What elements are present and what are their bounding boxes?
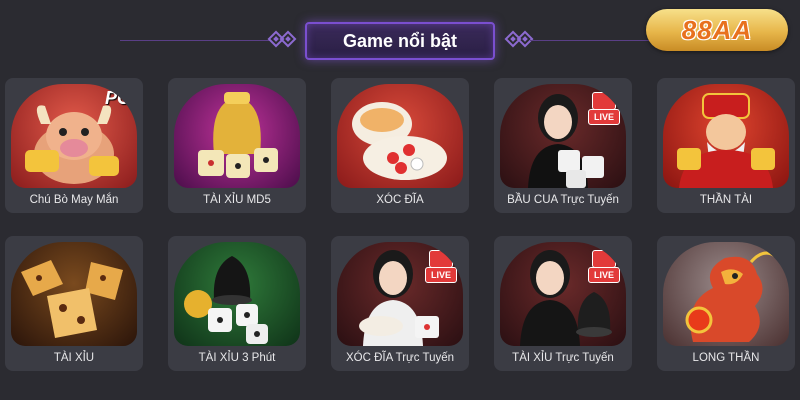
- game-thumbnail: LIVE: [500, 242, 626, 346]
- diamond-ornament-icon: [516, 30, 534, 48]
- game-label: THẦN TÀI: [699, 194, 753, 206]
- live-badge: LIVE: [588, 250, 620, 284]
- live-badge: LIVE: [425, 250, 457, 284]
- game-card-bau-cua-truc-tuyen[interactable]: LIVE BẦU CUA Trực Tuyến: [494, 78, 632, 213]
- game-card-tai-xiu-md5[interactable]: TÀI XỈU MD5: [168, 78, 306, 213]
- live-badge: LIVE: [588, 92, 620, 126]
- section-title: Game nổi bật: [305, 22, 495, 60]
- game-thumbnail: PG: [11, 84, 137, 188]
- game-thumbnail: [174, 84, 300, 188]
- game-card-long-than[interactable]: LONG THẦN: [657, 236, 795, 371]
- game-thumbnail: [663, 242, 789, 346]
- game-card-xoc-dia[interactable]: XÓC ĐĨA: [331, 78, 469, 213]
- game-thumbnail: [337, 84, 463, 188]
- game-card-tai-xiu-3-phut[interactable]: TÀI XỈU 3 Phút: [168, 236, 306, 371]
- game-label: BẦU CUA Trực Tuyến: [507, 194, 619, 206]
- game-thumbnail: [663, 84, 789, 188]
- game-label: TÀI XỈU 3 Phút: [198, 352, 276, 364]
- game-label: XÓC ĐĨA Trực Tuyến: [345, 352, 455, 364]
- game-thumbnail: LIVE: [337, 242, 463, 346]
- game-card-xoc-dia-truc-tuyen[interactable]: LIVE XÓC ĐĨA Trực Tuyến: [331, 236, 469, 371]
- brand-logo[interactable]: 88AA: [646, 9, 788, 51]
- game-thumbnail: [11, 242, 137, 346]
- game-label: LONG THẦN: [692, 352, 760, 364]
- game-label: TÀI XỈU MD5: [203, 194, 271, 206]
- header-line-left: [120, 40, 270, 41]
- game-label: XÓC ĐĨA: [376, 194, 424, 206]
- game-card-than-tai[interactable]: THẦN TÀI: [657, 78, 795, 213]
- header-line-right: [530, 40, 660, 41]
- game-card-tai-xiu-truc-tuyen[interactable]: LIVE TÀI XỈU Trực Tuyến: [494, 236, 632, 371]
- game-label: TÀI XỈU Trực Tuyến: [512, 352, 614, 364]
- game-label: TÀI XỈU: [53, 352, 95, 364]
- game-card-tai-xiu[interactable]: TÀI XỈU: [5, 236, 143, 371]
- game-label: Chú Bò May Mắn: [29, 194, 119, 206]
- diamond-ornament-icon: [279, 30, 297, 48]
- pg-badge: PG: [104, 88, 131, 108]
- game-card-chu-bo-may-man[interactable]: PG Chú Bò May Mắn: [5, 78, 143, 213]
- game-thumbnail: LIVE: [500, 84, 626, 188]
- game-thumbnail: [174, 242, 300, 346]
